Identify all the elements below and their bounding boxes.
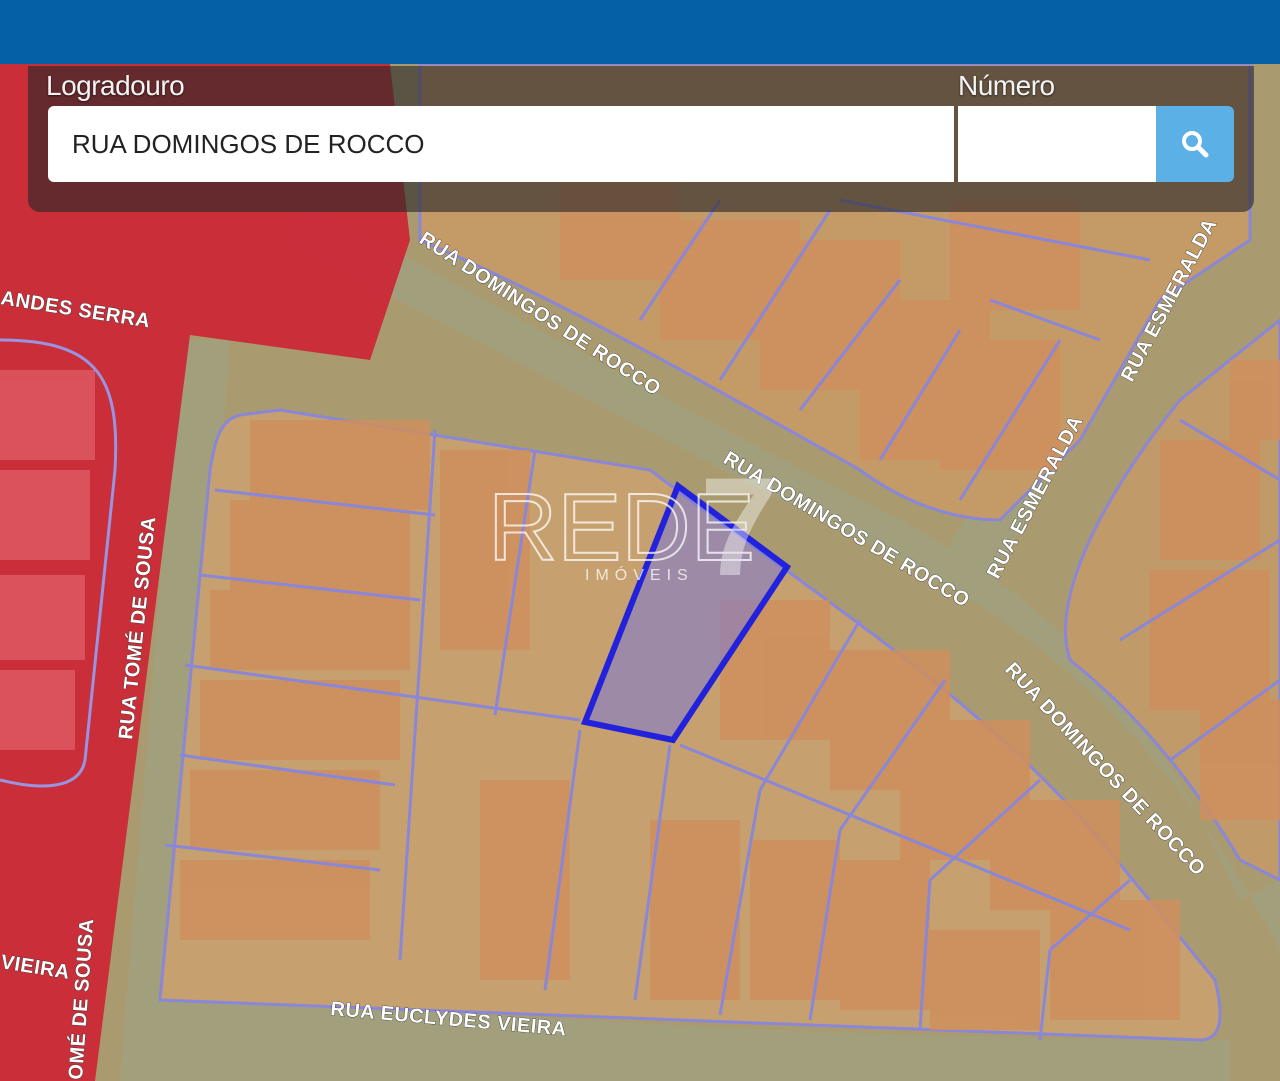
top-bar (0, 0, 1280, 64)
search-icon (1182, 131, 1209, 158)
street-input[interactable] (48, 106, 954, 182)
street-label-text: Logradouro (46, 70, 185, 101)
number-label-text: Número (958, 70, 1055, 101)
search-button[interactable] (1156, 106, 1234, 182)
address-search-panel: Logradouro Número (28, 66, 1254, 212)
watermark-sub: IMÓVEIS (585, 565, 694, 584)
watermark-mark: 7 (700, 448, 778, 605)
map-view[interactable]: RUA DOMINGOS DE ROCCO RUA DOMINGOS DE RO… (0, 64, 1280, 1081)
number-input[interactable] (958, 106, 1156, 182)
